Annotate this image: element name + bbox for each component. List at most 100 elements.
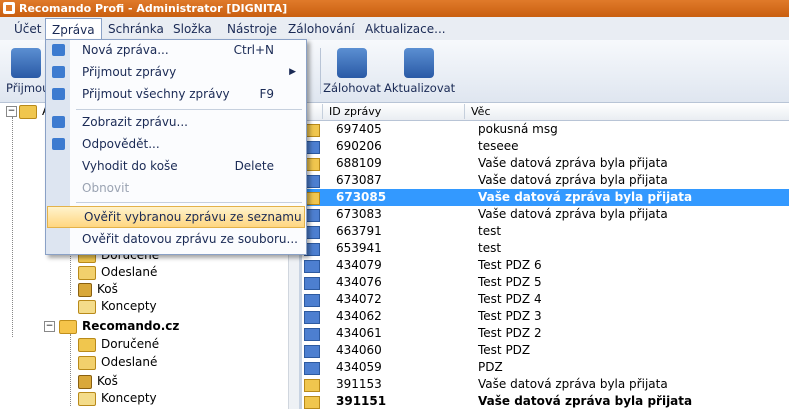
table-row[interactable]: 434059 PDZ [302, 359, 789, 376]
message-id: 434076 [336, 275, 382, 289]
menu-item-label: Vyhodit do koše [82, 159, 178, 173]
table-row[interactable]: 653941 test [302, 240, 789, 257]
backup-icon [337, 48, 367, 78]
open-envelope-icon [304, 396, 320, 409]
message-subject: Vaše datová zpráva byla přijata [478, 173, 668, 187]
tree-item-kos[interactable]: Koš [78, 373, 118, 390]
menu-overit-vybranou[interactable]: Ověřit vybranou zprávu ze seznamu [47, 206, 305, 228]
message-subject: Test PDZ 6 [478, 258, 542, 272]
menu-zalohovani[interactable]: Zálohování [288, 21, 355, 37]
message-subject: teseee [478, 139, 519, 153]
envelope-icon [304, 294, 320, 307]
menu-item-label: Zobrazit zprávu... [82, 115, 188, 129]
message-id: 391151 [336, 394, 387, 408]
menu-overit-ze-souboru[interactable]: Ověřit datovou zprávu ze souboru... [46, 229, 306, 249]
tree-item-koncepty[interactable]: Koncepty [78, 390, 157, 407]
tree-item-label: Koš [97, 374, 118, 388]
sent-icon [78, 265, 96, 280]
tree-item-odeslane[interactable]: Odeslané [78, 354, 157, 371]
table-row[interactable]: 434072 Test PDZ 4 [302, 291, 789, 308]
message-subject: Test PDZ 2 [478, 326, 542, 340]
menu-item-label: Ověřit vybranou zprávu ze seznamu [84, 210, 302, 224]
message-subject: Vaše datová zpráva byla přijata [478, 190, 693, 204]
table-row[interactable]: 663791 test [302, 223, 789, 240]
table-row[interactable]: 434060 Test PDZ [302, 342, 789, 359]
menu-item-label: Přijmout zprávy [82, 65, 177, 79]
tree-item-koncepty[interactable]: Koncepty [78, 298, 157, 315]
tree-item-dorucene[interactable]: Doručené [78, 336, 159, 353]
tree-group-label: Recomando.cz [82, 319, 180, 333]
menu-zobrazit-zpravu[interactable]: Zobrazit zprávu... [46, 112, 306, 132]
menu-schranka[interactable]: Schránka [108, 21, 164, 37]
table-row[interactable]: 688109 Vaše datová zpráva byla přijata [302, 155, 789, 172]
message-id: 434059 [336, 360, 382, 374]
aktualizovat-button[interactable]: Aktualizovat [384, 48, 456, 95]
open-envelope-icon [304, 379, 320, 392]
sent-icon [78, 355, 96, 370]
tree-item-odeslane[interactable]: Odeslané [78, 264, 157, 281]
trash-icon [78, 374, 92, 389]
reply-icon [52, 138, 65, 150]
tree-group-recomando[interactable]: − Recomando.cz [44, 318, 179, 335]
message-id: 663791 [336, 224, 382, 238]
menu-prijmout-vsechny[interactable]: Přijmout všechny zprávy F9 [46, 84, 306, 104]
message-subject: Test PDZ 5 [478, 275, 542, 289]
folder-icon [59, 319, 77, 334]
menu-item-label: Obnovit [82, 181, 130, 195]
table-row[interactable]: 434076 Test PDZ 5 [302, 274, 789, 291]
menu-slozka[interactable]: Složka [173, 21, 212, 37]
envelope-icon [304, 328, 320, 341]
menu-prijmout-zpravy[interactable]: Přijmout zprávy ▶ [46, 62, 306, 82]
receive-all-icon [52, 88, 65, 100]
menu-obnovit[interactable]: Obnovit [46, 178, 306, 198]
envelope-icon [304, 277, 320, 290]
menu-separator [76, 202, 302, 203]
tree-item-label: Doručené [101, 337, 160, 351]
tree-line [70, 334, 71, 406]
message-id: 690206 [336, 139, 382, 153]
message-id: 434062 [336, 309, 382, 323]
message-id: 688109 [336, 156, 382, 170]
envelope-icon [304, 345, 320, 358]
table-row[interactable]: 673083 Vaše datová zpráva byla přijata [302, 206, 789, 223]
menu-item-label: Přijmout všechny zprávy [82, 87, 230, 101]
prijmout-button[interactable]: Přijmou [6, 48, 50, 95]
menu-ucet[interactable]: Účet [14, 21, 41, 37]
menu-nova-zprava[interactable]: Nová zpráva... Ctrl+N [46, 40, 306, 60]
aktualizovat-label: Aktualizovat [384, 81, 456, 95]
window-title: Recomando Profi - Administrator [DIGNITA… [19, 2, 288, 15]
menu-item-label: Odpovědět... [82, 137, 160, 151]
inbox-icon [78, 337, 96, 352]
column-id-header[interactable]: ID zprávy [322, 104, 465, 119]
prijmout-label: Přijmou [6, 81, 50, 95]
list-header: ID zprávy Věc [302, 103, 789, 121]
table-row[interactable]: 434062 Test PDZ 3 [302, 308, 789, 325]
menu-aktualizace[interactable]: Aktualizace... [365, 21, 446, 37]
menu-vyhodit-do-kose[interactable]: Vyhodit do koše Delete [46, 156, 306, 176]
table-row[interactable]: 690206 teseee [302, 138, 789, 155]
tree-item-kos[interactable]: Koš [78, 281, 118, 298]
mailbox-icon [19, 104, 37, 119]
table-row[interactable]: 434079 Test PDZ 6 [302, 257, 789, 274]
trash-icon [78, 282, 92, 297]
message-subject: Test PDZ 3 [478, 309, 542, 323]
table-row[interactable]: 673087 Vaše datová zpráva byla přijata [302, 172, 789, 189]
title-bar: Recomando Profi - Administrator [DIGNITA… [0, 0, 789, 17]
table-row[interactable]: 697405 pokusná msg [302, 121, 789, 138]
table-row[interactable]: 391151 Vaše datová zpráva byla přijata [302, 393, 789, 410]
column-subject-header[interactable]: Věc [464, 104, 789, 119]
zalohovat-button[interactable]: Zálohovat [323, 48, 381, 95]
message-list: ID zprávy Věc 697405 pokusná msg 690206 tes… [302, 103, 789, 409]
message-id: 697405 [336, 122, 382, 136]
menu-separator [76, 109, 302, 110]
message-id: 434079 [336, 258, 382, 272]
message-id: 673085 [336, 190, 387, 204]
update-icon [404, 48, 434, 78]
message-subject: test [478, 241, 502, 255]
menu-nastroje[interactable]: Nástroje [227, 21, 277, 37]
menu-odpovedet[interactable]: Odpovědět... [46, 134, 306, 154]
table-row[interactable]: 391153 Vaše datová zpráva byla přijata [302, 376, 789, 393]
table-row[interactable]: 434061 Test PDZ 2 [302, 325, 789, 342]
table-row[interactable]: 673085 Vaše datová zpráva byla přijata [302, 189, 789, 206]
menu-zprava[interactable]: Zpráva [45, 18, 102, 41]
